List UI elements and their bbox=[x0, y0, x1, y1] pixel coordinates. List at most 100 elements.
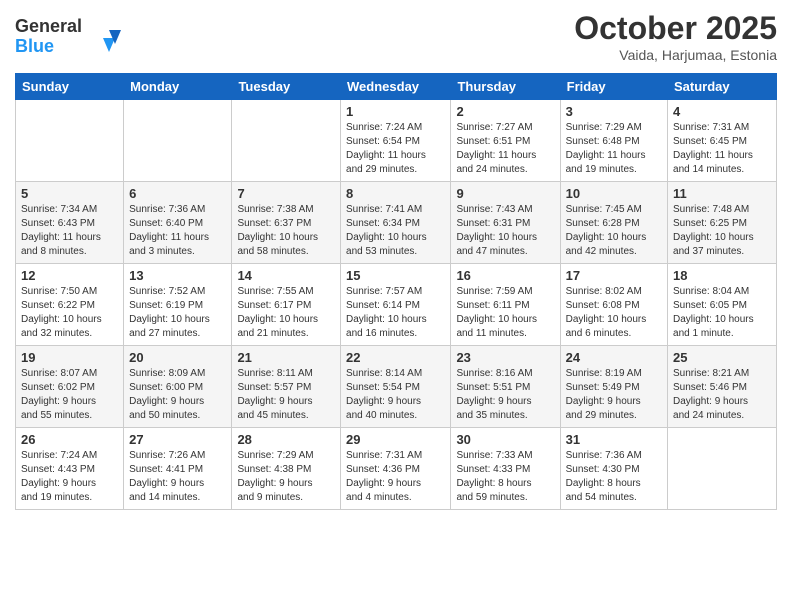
day-number: 12 bbox=[21, 268, 118, 283]
day-number: 18 bbox=[673, 268, 771, 283]
calendar-header-row: Sunday Monday Tuesday Wednesday Thursday… bbox=[16, 74, 777, 100]
day-info: Sunrise: 8:04 AM Sunset: 6:05 PM Dayligh… bbox=[673, 285, 771, 341]
day-info: Sunrise: 8:14 AM Sunset: 5:54 PM Dayligh… bbox=[346, 367, 445, 423]
calendar-cell: 10 Sunrise: 7:45 AM Sunset: 6:28 PM Dayli… bbox=[560, 182, 667, 264]
day-number: 30 bbox=[456, 432, 554, 447]
day-info: Sunrise: 7:50 AM Sunset: 6:22 PM Dayligh… bbox=[21, 285, 118, 341]
day-number: 29 bbox=[346, 432, 445, 447]
day-info: Sunrise: 7:48 AM Sunset: 6:25 PM Dayligh… bbox=[673, 203, 771, 259]
calendar-cell: 4 Sunrise: 7:31 AM Sunset: 6:45 PM Daylig… bbox=[668, 100, 777, 182]
day-info: Sunrise: 7:38 AM Sunset: 6:37 PM Dayligh… bbox=[237, 203, 335, 259]
calendar-week-4: 19 Sunrise: 8:07 AM Sunset: 6:02 PM Dayli… bbox=[16, 346, 777, 428]
day-info: Sunrise: 8:21 AM Sunset: 5:46 PM Dayligh… bbox=[673, 367, 771, 423]
calendar-cell: 16Sunrise: 7:59 AM Sunset: 6:11 PM Dayli… bbox=[451, 264, 560, 346]
header-friday: Friday bbox=[560, 74, 667, 100]
day-number: 15 bbox=[346, 268, 445, 283]
calendar-cell: 19 Sunrise: 8:07 AM Sunset: 6:02 PM Dayli… bbox=[16, 346, 124, 428]
header-saturday: Saturday bbox=[668, 74, 777, 100]
calendar-cell: 12 Sunrise: 7:50 AM Sunset: 6:22 PM Dayli… bbox=[16, 264, 124, 346]
calendar-cell: 2Sunrise: 7:27 AM Sunset: 6:51 PM Daylig… bbox=[451, 100, 560, 182]
calendar-week-3: 12 Sunrise: 7:50 AM Sunset: 6:22 PM Dayli… bbox=[16, 264, 777, 346]
calendar-cell bbox=[16, 100, 124, 182]
day-number: 25 bbox=[673, 350, 771, 365]
day-number: 1 bbox=[346, 104, 445, 119]
calendar-cell: 24 Sunrise: 8:19 AM Sunset: 5:49 PM Dayli… bbox=[560, 346, 667, 428]
day-number: 13 bbox=[129, 268, 226, 283]
day-number: 27 bbox=[129, 432, 226, 447]
calendar-cell: 6 Sunrise: 7:36 AM Sunset: 6:40 PM Daylig… bbox=[124, 182, 232, 264]
calendar-cell: 1 Sunrise: 7:24 AM Sunset: 6:54 PM Daylig… bbox=[341, 100, 451, 182]
month-title: October 2025 bbox=[574, 10, 777, 47]
day-number: 6 bbox=[129, 186, 226, 201]
day-number: 14 bbox=[237, 268, 335, 283]
calendar-cell: 23 Sunrise: 8:16 AM Sunset: 5:51 PM Dayli… bbox=[451, 346, 560, 428]
calendar-cell: 22Sunrise: 8:14 AM Sunset: 5:54 PM Dayli… bbox=[341, 346, 451, 428]
calendar-week-5: 26 Sunrise: 7:24 AM Sunset: 4:43 PM Dayli… bbox=[16, 428, 777, 510]
calendar-cell: 3 Sunrise: 7:29 AM Sunset: 6:48 PM Daylig… bbox=[560, 100, 667, 182]
day-info: Sunrise: 8:02 AM Sunset: 6:08 PM Dayligh… bbox=[566, 285, 662, 341]
calendar-cell bbox=[232, 100, 341, 182]
calendar-cell: 5Sunrise: 7:34 AM Sunset: 6:43 PM Daylig… bbox=[16, 182, 124, 264]
day-info: Sunrise: 7:31 AM Sunset: 6:45 PM Dayligh… bbox=[673, 121, 771, 177]
svg-text:Blue: Blue bbox=[15, 36, 54, 56]
day-number: 23 bbox=[456, 350, 554, 365]
day-info: Sunrise: 7:57 AM Sunset: 6:14 PM Dayligh… bbox=[346, 285, 445, 341]
day-info: Sunrise: 8:16 AM Sunset: 5:51 PM Dayligh… bbox=[456, 367, 554, 423]
day-number: 3 bbox=[566, 104, 662, 119]
day-info: Sunrise: 7:31 AM Sunset: 4:36 PM Dayligh… bbox=[346, 449, 445, 505]
calendar-cell: 26 Sunrise: 7:24 AM Sunset: 4:43 PM Dayli… bbox=[16, 428, 124, 510]
day-info: Sunrise: 8:19 AM Sunset: 5:49 PM Dayligh… bbox=[566, 367, 662, 423]
header-monday: Monday bbox=[124, 74, 232, 100]
day-info: Sunrise: 8:09 AM Sunset: 6:00 PM Dayligh… bbox=[129, 367, 226, 423]
logo: General Blue bbox=[15, 10, 125, 65]
calendar-cell: 9 Sunrise: 7:43 AM Sunset: 6:31 PM Daylig… bbox=[451, 182, 560, 264]
location-subtitle: Vaida, Harjumaa, Estonia bbox=[574, 47, 777, 63]
calendar-cell: 25 Sunrise: 8:21 AM Sunset: 5:46 PM Dayli… bbox=[668, 346, 777, 428]
calendar-cell: 17Sunrise: 8:02 AM Sunset: 6:08 PM Dayli… bbox=[560, 264, 667, 346]
day-info: Sunrise: 8:07 AM Sunset: 6:02 PM Dayligh… bbox=[21, 367, 118, 423]
calendar-week-1: 1 Sunrise: 7:24 AM Sunset: 6:54 PM Daylig… bbox=[16, 100, 777, 182]
svg-text:General: General bbox=[15, 16, 82, 36]
day-info: Sunrise: 7:29 AM Sunset: 4:38 PM Dayligh… bbox=[237, 449, 335, 505]
calendar-cell: 27Sunrise: 7:26 AM Sunset: 4:41 PM Dayli… bbox=[124, 428, 232, 510]
calendar-cell: 28 Sunrise: 7:29 AM Sunset: 4:38 PM Dayli… bbox=[232, 428, 341, 510]
day-info: Sunrise: 7:36 AM Sunset: 6:40 PM Dayligh… bbox=[129, 203, 226, 259]
day-number: 20 bbox=[129, 350, 226, 365]
day-number: 26 bbox=[21, 432, 118, 447]
day-number: 24 bbox=[566, 350, 662, 365]
day-number: 2 bbox=[456, 104, 554, 119]
day-info: Sunrise: 7:34 AM Sunset: 6:43 PM Dayligh… bbox=[21, 203, 118, 259]
day-info: Sunrise: 7:24 AM Sunset: 6:54 PM Dayligh… bbox=[346, 121, 445, 177]
calendar-cell: 21Sunrise: 8:11 AM Sunset: 5:57 PM Dayli… bbox=[232, 346, 341, 428]
day-number: 8 bbox=[346, 186, 445, 201]
day-number: 10 bbox=[566, 186, 662, 201]
calendar-cell: 11 Sunrise: 7:48 AM Sunset: 6:25 PM Dayli… bbox=[668, 182, 777, 264]
day-number: 31 bbox=[566, 432, 662, 447]
calendar-cell: 29 Sunrise: 7:31 AM Sunset: 4:36 PM Dayli… bbox=[341, 428, 451, 510]
header-sunday: Sunday bbox=[16, 74, 124, 100]
day-info: Sunrise: 7:29 AM Sunset: 6:48 PM Dayligh… bbox=[566, 121, 662, 177]
day-number: 9 bbox=[456, 186, 554, 201]
calendar-cell bbox=[668, 428, 777, 510]
calendar-cell: 18 Sunrise: 8:04 AM Sunset: 6:05 PM Dayli… bbox=[668, 264, 777, 346]
title-section: October 2025 Vaida, Harjumaa, Estonia bbox=[574, 10, 777, 63]
day-info: Sunrise: 7:24 AM Sunset: 4:43 PM Dayligh… bbox=[21, 449, 118, 505]
logo-text: General Blue bbox=[15, 10, 125, 65]
day-number: 28 bbox=[237, 432, 335, 447]
day-info: Sunrise: 7:55 AM Sunset: 6:17 PM Dayligh… bbox=[237, 285, 335, 341]
day-info: Sunrise: 7:59 AM Sunset: 6:11 PM Dayligh… bbox=[456, 285, 554, 341]
day-info: Sunrise: 7:45 AM Sunset: 6:28 PM Dayligh… bbox=[566, 203, 662, 259]
header-tuesday: Tuesday bbox=[232, 74, 341, 100]
header: General Blue October 2025 Vaida, Harjuma… bbox=[15, 10, 777, 65]
day-number: 4 bbox=[673, 104, 771, 119]
day-info: Sunrise: 7:43 AM Sunset: 6:31 PM Dayligh… bbox=[456, 203, 554, 259]
day-number: 21 bbox=[237, 350, 335, 365]
header-thursday: Thursday bbox=[451, 74, 560, 100]
calendar-table: Sunday Monday Tuesday Wednesday Thursday… bbox=[15, 73, 777, 510]
day-number: 19 bbox=[21, 350, 118, 365]
calendar-cell: 8 Sunrise: 7:41 AM Sunset: 6:34 PM Daylig… bbox=[341, 182, 451, 264]
calendar-cell bbox=[124, 100, 232, 182]
day-number: 11 bbox=[673, 186, 771, 201]
header-wednesday: Wednesday bbox=[341, 74, 451, 100]
day-info: Sunrise: 7:41 AM Sunset: 6:34 PM Dayligh… bbox=[346, 203, 445, 259]
